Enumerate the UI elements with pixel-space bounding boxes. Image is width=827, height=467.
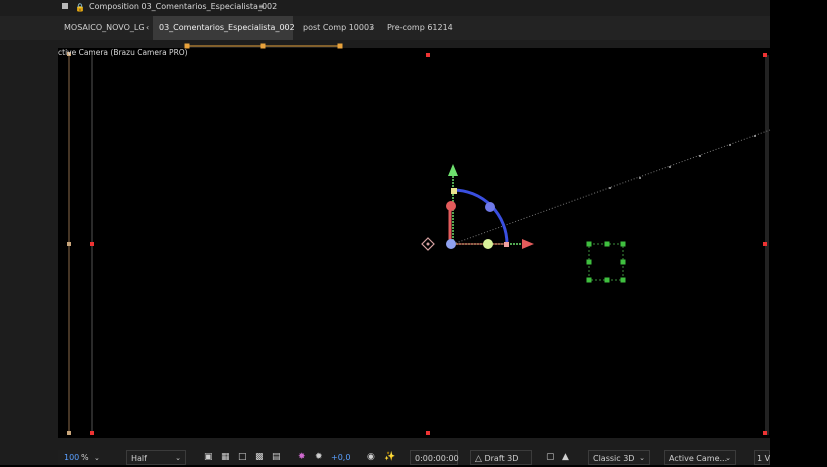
zoom-dropdown-chevron-icon[interactable]: ⌄ <box>91 450 100 465</box>
transparency-grid-icon[interactable]: ▦ <box>221 450 230 465</box>
channel-color-icon[interactable]: ✸ <box>298 450 306 465</box>
timecode-display[interactable]: 0:00:00:00 <box>410 450 459 465</box>
target-layer-box <box>586 241 626 283</box>
color-management-icon[interactable]: ✹ <box>315 450 323 465</box>
rotation-handle-red <box>446 201 456 211</box>
chevron-down-icon: ⌄ <box>725 454 731 462</box>
guides-icon[interactable]: ▤ <box>272 450 281 465</box>
frame-handle <box>763 242 767 246</box>
view-layout-dropdown[interactable]: 1 V <box>754 450 770 465</box>
3d-gizmo <box>446 164 534 249</box>
guide-handle <box>67 431 71 435</box>
gizmo-corner-handle <box>451 188 457 194</box>
viewer-overlay <box>67 43 771 435</box>
viewer-bottom-toolbar: 100 % ⌄ Half ⌄ ▣ ▦ □ ▩ ▤ ✸ ✹ +0,0 ◉ ✨ 0:0… <box>58 450 770 465</box>
mask-visibility-icon[interactable]: □ <box>238 450 247 465</box>
draft-3d-icon: △ <box>475 454 482 464</box>
show-snapshot-icon[interactable]: ✨ <box>384 450 395 465</box>
y-axis-arrow <box>448 164 458 176</box>
frame-handle <box>426 53 430 57</box>
anchor-point-icon <box>421 237 435 251</box>
3d-ground-plane-icon[interactable]: ▢ <box>546 450 555 465</box>
region-of-interest-icon[interactable]: ▩ <box>255 450 264 465</box>
frame-handle <box>763 431 767 435</box>
gizmo-corner-handle <box>504 242 509 247</box>
gizmo-center <box>446 239 456 249</box>
chevron-down-icon: ⌄ <box>639 454 645 462</box>
frame-handle <box>426 431 430 435</box>
resolution-dropdown[interactable]: Half ⌄ <box>126 450 186 465</box>
zoom-value[interactable]: 100 <box>64 450 79 465</box>
camera-path-line <box>452 129 771 245</box>
frame-handle <box>90 431 94 435</box>
chevron-down-icon: ⌄ <box>175 454 181 462</box>
active-camera-label: ctive Camera (Brazu Camera PRO) <box>58 48 188 57</box>
view-dropdown[interactable]: Active Came... ⌄ <box>664 450 736 465</box>
exposure-value[interactable]: +0,0 <box>331 450 350 465</box>
camera-snapshot-icon[interactable]: ◉ <box>367 450 375 465</box>
rotation-handle-green <box>483 239 493 249</box>
keyframe-handle <box>337 43 343 49</box>
guide-handle <box>67 242 71 246</box>
frame-handle <box>763 53 767 57</box>
fast-preview-icon[interactable]: ▣ <box>204 450 213 465</box>
zoom-unit: % <box>81 453 89 462</box>
draft-3d-toggle[interactable]: △ Draft 3D <box>470 450 532 465</box>
keyframe-handle <box>260 43 266 49</box>
renderer-dropdown[interactable]: Classic 3D ⌄ <box>588 450 650 465</box>
rotation-arc <box>452 188 509 245</box>
x-axis-arrow <box>522 239 534 249</box>
extended-viewer-icon[interactable]: ▲ <box>562 450 569 465</box>
frame-handle <box>90 242 94 246</box>
rotation-handle-blue <box>485 202 495 212</box>
